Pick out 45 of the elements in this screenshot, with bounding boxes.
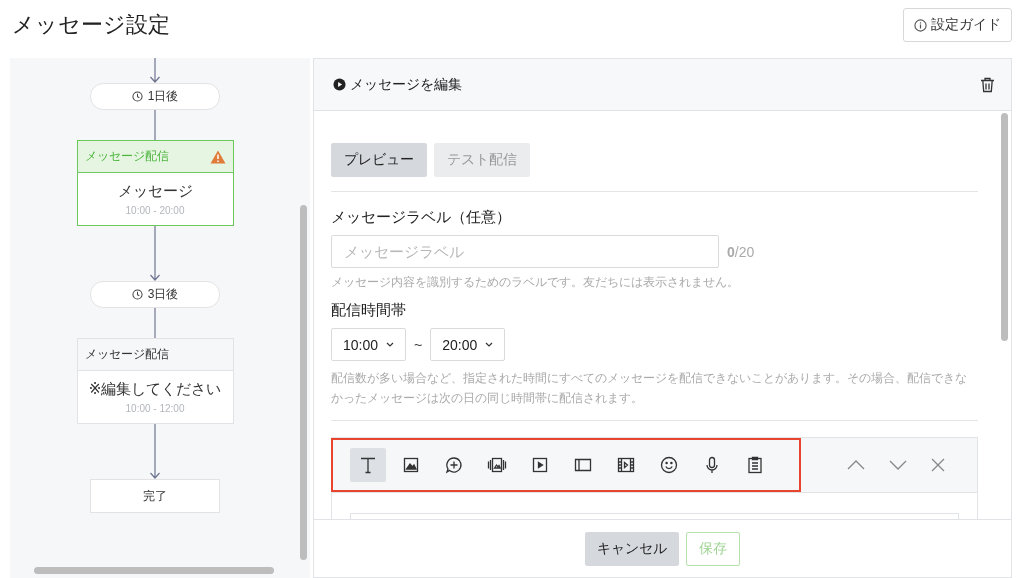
help-text: 配信数が多い場合など、指定された時間にすべてのメッセージを配信できないことがあります。その場合、配信できなかったメッセージは次の日の同じ時間帯に配信されます。	[331, 370, 968, 407]
close-icon[interactable]	[931, 458, 945, 472]
panel-title: メッセージを編集	[350, 75, 462, 94]
clock-icon	[131, 91, 143, 102]
scrollbar[interactable]	[300, 205, 307, 560]
time-select[interactable]: 10:00	[331, 328, 407, 361]
end-node: 完了	[90, 479, 220, 513]
delay-node[interactable]: 1日後	[90, 83, 220, 110]
node-title: ※編集してください	[88, 380, 222, 399]
node-time: 10:00 - 12:00	[125, 403, 185, 414]
play-icon	[333, 78, 346, 91]
guide-button[interactable]: 設定ガイド	[903, 8, 1012, 42]
connector-arrow	[149, 424, 161, 479]
page-title: メッセージ設定	[12, 11, 170, 39]
scrollbar[interactable]	[1001, 113, 1008, 341]
chevron-down-icon[interactable]	[889, 459, 907, 471]
node-time: 10:00 - 20:00	[125, 205, 185, 216]
info-icon	[914, 18, 927, 32]
message-node[interactable]: メッセージ配信 ※編集してください 10:00 - 12:00	[76, 338, 234, 424]
tab[interactable]: プレビュー	[331, 143, 427, 177]
field-label: 配信時間帯	[331, 301, 407, 320]
clock-icon	[131, 289, 143, 300]
node-title: メッセージ	[117, 182, 193, 201]
range-separator: ~	[414, 336, 423, 353]
delay-node[interactable]: 3日後	[90, 281, 220, 308]
trash-icon[interactable]	[980, 76, 995, 93]
field-label: メッセージラベル（任意）	[331, 208, 512, 227]
node-header: メッセージ配信	[84, 148, 169, 165]
delay-label: 3日後	[147, 286, 179, 303]
cancel-button[interactable]: キャンセル	[585, 531, 679, 566]
time-select[interactable]: 20:00	[430, 328, 506, 361]
connector-arrow	[149, 58, 161, 83]
node-header: メッセージ配信	[84, 346, 169, 363]
chevron-down-icon	[485, 342, 494, 347]
chevron-up-icon[interactable]	[847, 459, 865, 471]
chevron-down-icon	[386, 342, 395, 347]
label-input[interactable]: メッセージラベル	[331, 235, 719, 268]
char-counter: 0/20	[727, 243, 755, 260]
emoji-icon	[659, 454, 679, 475]
help-text: メッセージ内容を識別するためのラベルです。友だちには表示されません。	[331, 274, 740, 291]
connector-arrow	[149, 226, 161, 281]
delay-label: 1日後	[147, 88, 179, 105]
message-node[interactable]: メッセージ配信 メッセージ 10:00 - 20:00	[76, 140, 234, 226]
sticker-icon	[444, 454, 464, 475]
scrollbar[interactable]	[34, 567, 274, 574]
